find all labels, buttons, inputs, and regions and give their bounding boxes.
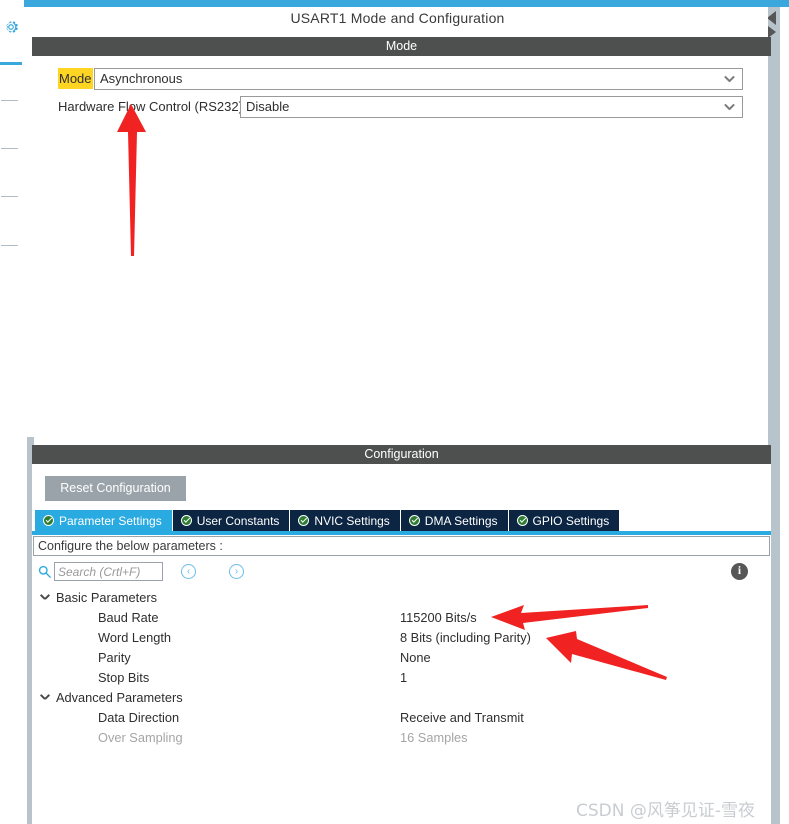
tree-label: Word Length bbox=[98, 630, 172, 645]
configuration-band-title: Configuration bbox=[32, 445, 771, 464]
tree-row-over-sampling: Over Sampling 16 Samples bbox=[38, 728, 738, 748]
tree-label: Baud Rate bbox=[98, 610, 159, 625]
tab-underline bbox=[32, 531, 771, 535]
top-accent-strip bbox=[0, 0, 789, 7]
rail-separator bbox=[1, 196, 18, 197]
left-rail bbox=[0, 7, 22, 824]
reset-configuration-button[interactable]: Reset Configuration bbox=[45, 476, 186, 501]
mode-label: Mode bbox=[58, 68, 93, 89]
tree-value: 115200 Bits/s bbox=[400, 610, 477, 625]
tab-user-constants[interactable]: User Constants bbox=[172, 510, 291, 531]
rail-active-indicator bbox=[0, 62, 22, 65]
tree-row-stop-bits[interactable]: Stop Bits 1 bbox=[38, 668, 738, 688]
tab-parameter-settings[interactable]: Parameter Settings bbox=[35, 510, 173, 531]
parameter-tree: Basic Parameters Baud Rate 115200 Bits/s… bbox=[38, 588, 738, 748]
tab-nvic-settings[interactable]: NVIC Settings bbox=[290, 510, 401, 531]
info-icon[interactable]: i bbox=[731, 563, 748, 580]
tab-gpio-settings[interactable]: GPIO Settings bbox=[508, 510, 621, 531]
check-circle-icon bbox=[408, 515, 420, 526]
search-prev-button[interactable]: ‹ bbox=[181, 564, 196, 579]
right-margin bbox=[780, 7, 789, 824]
flow-control-select[interactable]: Disable bbox=[240, 96, 743, 118]
mode-band-title: Mode bbox=[32, 37, 771, 56]
tree-value: None bbox=[400, 650, 431, 665]
tree-group-advanced-parameters[interactable]: Advanced Parameters bbox=[38, 688, 738, 708]
search-next-button[interactable]: › bbox=[229, 564, 244, 579]
tree-row-baud-rate[interactable]: Baud Rate 115200 Bits/s bbox=[38, 608, 738, 628]
tree-group-basic-parameters[interactable]: Basic Parameters bbox=[38, 588, 738, 608]
watermark: CSDN @风筝见证-雪夜 bbox=[576, 801, 756, 821]
page-title: USART1 Mode and Configuration bbox=[290, 10, 505, 26]
tree-value: 1 bbox=[400, 670, 408, 685]
chevron-down-icon bbox=[725, 103, 734, 112]
tree-label: Stop Bits bbox=[98, 670, 150, 685]
tree-row-data-direction[interactable]: Data Direction Receive and Transmit bbox=[38, 708, 738, 728]
mode-select-value: Asynchronous bbox=[100, 71, 183, 86]
tab-dma-settings[interactable]: DMA Settings bbox=[400, 510, 509, 531]
rail-separator bbox=[1, 148, 18, 149]
tab-label: NVIC Settings bbox=[314, 513, 390, 528]
chevron-down-icon bbox=[41, 594, 50, 600]
tree-label: Advanced Parameters bbox=[56, 690, 183, 705]
tree-label: Data Direction bbox=[98, 710, 180, 725]
check-circle-icon bbox=[516, 515, 528, 526]
scroll-left-icon[interactable] bbox=[767, 11, 776, 25]
tree-value: Receive and Transmit bbox=[400, 710, 524, 725]
mode-select[interactable]: Asynchronous bbox=[94, 68, 743, 90]
tab-bar: Parameter Settings User Constants NVIC S… bbox=[35, 510, 621, 531]
search-icon bbox=[38, 565, 51, 578]
tree-row-parity[interactable]: Parity None bbox=[38, 648, 738, 668]
flow-control-label: Hardware Flow Control (RS232) bbox=[58, 99, 243, 114]
tab-label: DMA Settings bbox=[424, 513, 498, 528]
tab-label: User Constants bbox=[196, 513, 280, 528]
tree-label: Over Sampling bbox=[98, 730, 183, 745]
tree-label: Basic Parameters bbox=[56, 590, 157, 605]
tab-label: GPIO Settings bbox=[532, 513, 610, 528]
mode-row-flow-control: Hardware Flow Control (RS232) Disable bbox=[0, 96, 743, 118]
chevron-down-icon bbox=[41, 694, 50, 700]
tree-value: 16 Samples bbox=[400, 730, 468, 745]
flow-control-select-value: Disable bbox=[246, 99, 290, 114]
mode-row-mode: Mode Asynchronous bbox=[0, 68, 743, 90]
top-strip-notch bbox=[0, 0, 24, 7]
gear-icon[interactable] bbox=[2, 18, 20, 36]
check-circle-icon bbox=[298, 515, 310, 526]
tree-row-word-length[interactable]: Word Length 8 Bits (including Parity) bbox=[38, 628, 738, 648]
check-circle-icon bbox=[43, 515, 54, 526]
tab-label: Parameter Settings bbox=[59, 513, 162, 528]
tree-label: Parity bbox=[98, 650, 131, 665]
chevron-down-icon bbox=[725, 75, 734, 84]
search-input[interactable] bbox=[54, 562, 163, 581]
tree-value: 8 Bits (including Parity) bbox=[400, 630, 531, 645]
app-root: USART1 Mode and Configuration Mode Mode … bbox=[0, 0, 789, 824]
rail-separator bbox=[1, 245, 18, 246]
configure-hint: Configure the below parameters : bbox=[33, 536, 770, 556]
check-circle-icon bbox=[180, 515, 192, 526]
